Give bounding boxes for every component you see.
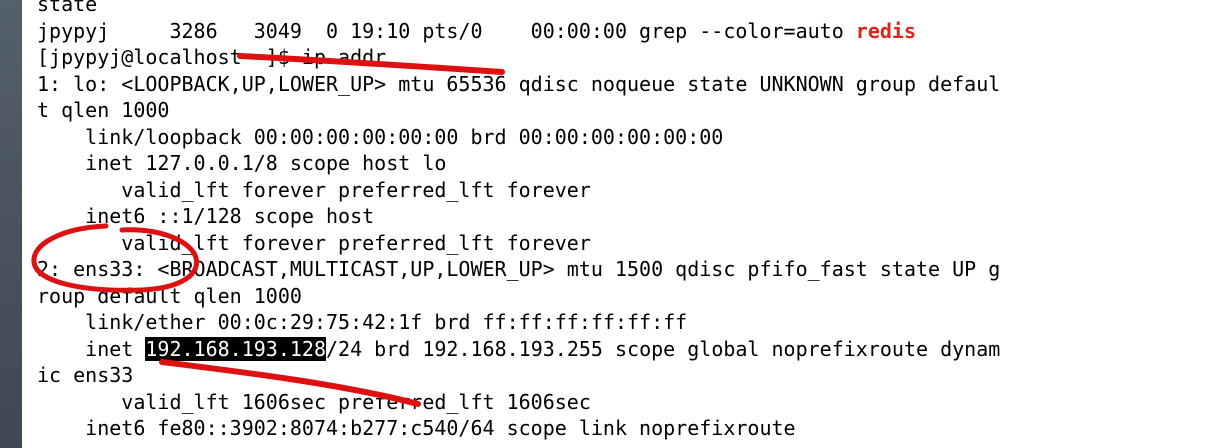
typed-command: ip addr — [301, 45, 387, 69]
inet-address-line: inet 192.168.193.128/24 brd 192.168.193.… — [37, 336, 1000, 363]
grep-process-line: jpypyj 3286 3049 0 19:10 pts/0 00:00:00 … — [37, 18, 1000, 45]
desktop-background-strip — [0, 0, 22, 448]
terminal-line: inet6 fe80::3902:8074:b277:c540/64 scope… — [37, 416, 796, 440]
terminal-line: inet 127.0.0.1/8 scope host lo — [37, 151, 447, 175]
inet-label: inet — [37, 336, 146, 361]
selected-ip-address[interactable]: 192.168.193.128 — [145, 336, 326, 361]
terminal-line: state — [37, 0, 98, 16]
grep-line-text: jpypyj 3286 3049 0 19:10 pts/0 00:00:00 … — [37, 18, 856, 43]
terminal-output[interactable]: state jpypyj 3286 3049 0 19:10 pts/0 00:0… — [37, 0, 1000, 442]
interface-ens33-line: 2: ens33: <BROADCAST,MULTICAST,UP,LOWER_… — [37, 257, 1001, 281]
terminal-line: valid_lft forever preferred_lft forever — [37, 230, 591, 255]
terminal-line: link/ether 00:0c:29:75:42:1f brd ff:ff:f… — [37, 310, 688, 334]
grep-match-highlight: redis — [855, 18, 917, 43]
terminal-line: t qlen 1000 — [37, 98, 170, 122]
inet-details: /24 brd 192.168.193.255 scope global nop… — [326, 336, 1001, 361]
terminal-line: ic ens33 — [37, 363, 134, 387]
terminal-line: valid_lft forever preferred_lft forever — [37, 177, 591, 202]
terminal-line: link/loopback 00:00:00:00:00:00 brd 00:0… — [37, 124, 724, 149]
terminal-line: roup default qlen 1000 — [37, 283, 302, 308]
terminal-line: 1: lo: <LOOPBACK,UP,LOWER_UP> mtu 65536 … — [37, 71, 1001, 96]
terminal-window[interactable]: state jpypyj 3286 3049 0 19:10 pts/0 00:0… — [22, 0, 1224, 448]
shell-prompt: [jpypyj@localhost ~]$ — [37, 45, 302, 69]
prompt-line: [jpypyj@localhost ~]$ ip addr — [37, 44, 1000, 71]
terminal-line: valid_lft 1606sec preferred_lft 1606sec — [37, 389, 591, 414]
terminal-line: inet6 ::1/128 scope host — [37, 204, 375, 228]
